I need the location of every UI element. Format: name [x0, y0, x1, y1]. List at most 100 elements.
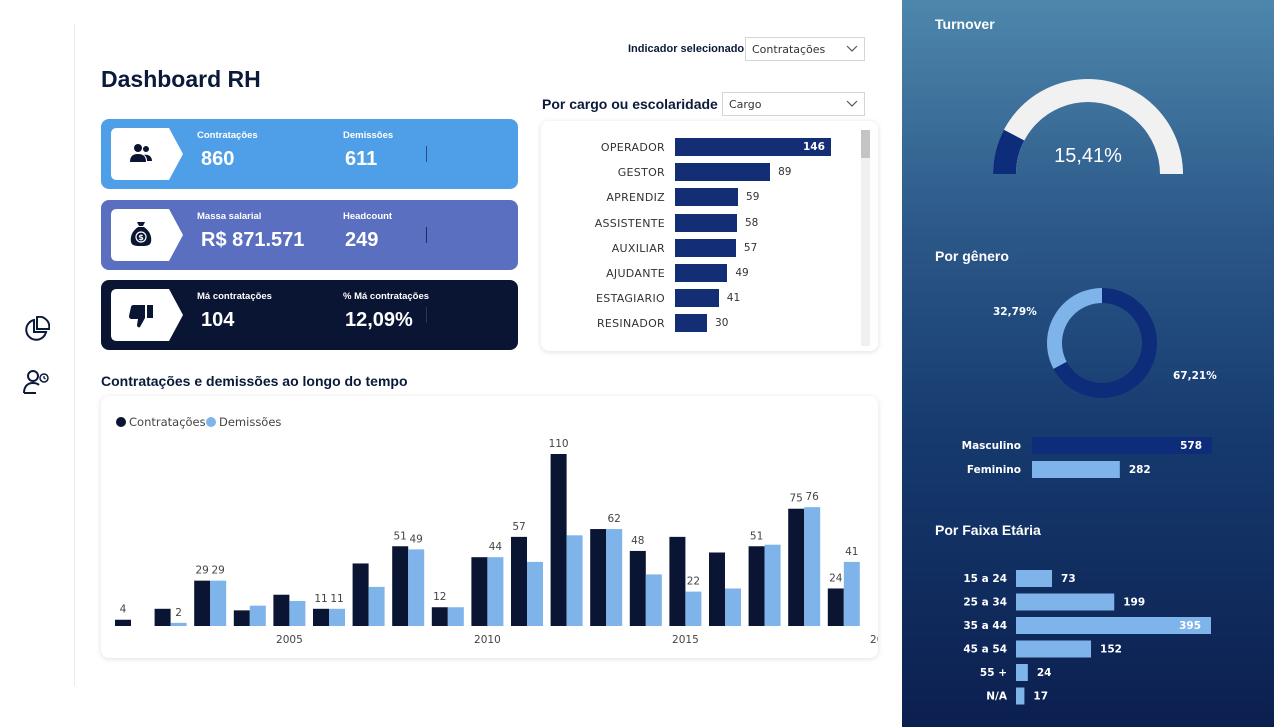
contratacoes-bar — [392, 546, 409, 626]
faixa-value: 17 — [1033, 691, 1048, 703]
demissoes-bar — [249, 605, 266, 626]
faixa-label: 45 a 54 — [963, 644, 1007, 656]
contratacoes-bar — [629, 550, 646, 626]
bar-value-label: 49 — [410, 533, 423, 545]
bar-value-label: 51 — [750, 530, 763, 542]
cargo-label: RESINADOR — [596, 317, 665, 331]
bar-value-label: 44 — [489, 541, 503, 553]
legend-label: Contratações — [129, 415, 206, 429]
kpi-separator — [426, 227, 427, 243]
legend-marker — [206, 417, 216, 427]
contratacoes-bar — [273, 594, 290, 626]
cargo-bar[interactable] — [675, 314, 708, 333]
cargo-bar-card: OPERADOR 146 GESTOR 89 APRENDIZ 59 ASSISTENTE 5… — [541, 121, 878, 351]
cargo-bar[interactable] — [675, 238, 736, 257]
right-panel: Turnover 15,41% Por gênero 67,21% 32,79% … — [902, 0, 1274, 727]
demissoes-bar — [329, 608, 345, 626]
kpi-card-ma-contratacoes: Má contratações 104 % Má contratações 12… — [101, 280, 518, 350]
cargo-section-title: Por cargo ou escolaridade — [542, 96, 718, 112]
kpi-card-contratacoes: Contratações 860 Demissões 611 — [101, 119, 518, 189]
cargo-select[interactable]: Cargo — [722, 92, 865, 116]
faixa-bar — [1016, 593, 1115, 611]
bar-value-label: 11 — [314, 593, 327, 605]
demissoes-bar — [210, 580, 227, 626]
contratacoes-bar — [827, 588, 844, 626]
faixa-label: 25 a 34 — [963, 597, 1007, 609]
faixa-label: N/A — [986, 691, 1008, 703]
indicator-select[interactable]: Contratações — [745, 37, 865, 61]
thumbs-down-icon — [129, 305, 153, 328]
demissoes-bar — [487, 557, 504, 626]
bar-value-label: 57 — [512, 521, 525, 533]
bar-value-label: 41 — [845, 546, 858, 558]
demissoes-bar — [725, 588, 741, 626]
cargo-select-value: Cargo — [729, 98, 762, 111]
cargo-value: 49 — [735, 267, 749, 279]
bar-value-label: 29 — [196, 565, 209, 577]
kpi-value-2: 12,09% — [345, 309, 413, 331]
bar-value-label: 29 — [212, 565, 225, 577]
pie-chart-icon[interactable] — [22, 315, 51, 344]
gauge-value-label: 15,41% — [1054, 145, 1122, 167]
contratacoes-bar — [194, 580, 211, 626]
bar-value-label: 62 — [608, 513, 621, 525]
user-clock-icon[interactable] — [22, 368, 50, 396]
cargo-bar[interactable] — [675, 188, 739, 207]
contratacoes-bar — [511, 536, 527, 626]
x-tick-label: 2020 — [870, 634, 878, 646]
kpi-label-2: Headcount — [343, 211, 393, 222]
kpi-value-2: 249 — [345, 229, 379, 251]
people-icon — [130, 144, 152, 162]
dashboard-page: Dashboard RH Indicador selecionado Contr… — [0, 0, 1274, 727]
demissoes-bar — [170, 622, 187, 626]
svg-text:$: $ — [138, 233, 144, 242]
bar-value-label: 75 — [790, 493, 803, 505]
money-bag-icon: $ — [130, 222, 152, 246]
kpi-value-1: 860 — [201, 148, 235, 170]
rail-divider — [74, 24, 75, 686]
kpi-separator — [426, 307, 427, 323]
bar-value-label: 51 — [394, 530, 407, 542]
chevron-down-icon — [846, 45, 858, 52]
kpi-label-1: Má contratações — [197, 291, 272, 302]
cargo-label: ASSISTENTE — [594, 216, 665, 230]
kpi-label-2: % Má contratações — [343, 291, 430, 302]
genero-bar — [1032, 461, 1120, 478]
scrollbar-thumb[interactable] — [861, 130, 870, 158]
cargo-bar[interactable] — [675, 289, 719, 308]
contratacoes-bar — [550, 454, 567, 626]
legend-label: Demissões — [219, 415, 281, 429]
x-tick-label: 2015 — [672, 634, 699, 646]
cargo-value: 59 — [746, 191, 760, 204]
faixa-etaria-bars: 15 a 24 73 25 a 34 199 35 a 44 395 45 a 54 152 5… — [963, 570, 1211, 705]
contratacoes-bar — [431, 607, 448, 626]
genero-value: 282 — [1129, 464, 1151, 476]
donut-slice-label: 67,21% — [1173, 370, 1217, 382]
cargo-bar[interactable] — [675, 264, 728, 282]
indicator-label: Indicador selecionado — [628, 43, 745, 55]
chevron-down-icon — [846, 100, 858, 107]
contratacoes-bar — [115, 619, 131, 626]
legend-marker — [116, 417, 126, 427]
contratacoes-bar — [471, 557, 488, 626]
faixa-etaria-title: Por Faixa Etária — [935, 522, 1041, 538]
cargo-value: 41 — [726, 292, 741, 305]
cargo-bar[interactable] — [675, 213, 737, 232]
kpi-value-2: 611 — [345, 148, 378, 170]
cargo-label: AJUDANTE — [606, 267, 665, 280]
donut-slice-label: 32,79% — [993, 306, 1037, 318]
contratacoes-bar — [709, 552, 725, 626]
demissoes-bar — [527, 561, 543, 626]
kpi-value-1: R$ 871.571 — [201, 229, 305, 251]
kpi-label-2: Demissões — [343, 130, 394, 141]
demissoes-bar — [804, 507, 821, 626]
cargo-value: 58 — [744, 216, 759, 229]
indicator-select-value: Contratações — [752, 43, 826, 56]
kpi-label-1: Contratações — [197, 130, 258, 141]
contratacoes-bar — [748, 546, 765, 626]
bar-value-label: 48 — [631, 535, 644, 547]
faixa-bar — [1016, 687, 1025, 705]
cargo-label: AUXILIAR — [611, 241, 665, 255]
scrollbar-track[interactable] — [861, 130, 870, 346]
cargo-bar[interactable] — [675, 163, 771, 182]
